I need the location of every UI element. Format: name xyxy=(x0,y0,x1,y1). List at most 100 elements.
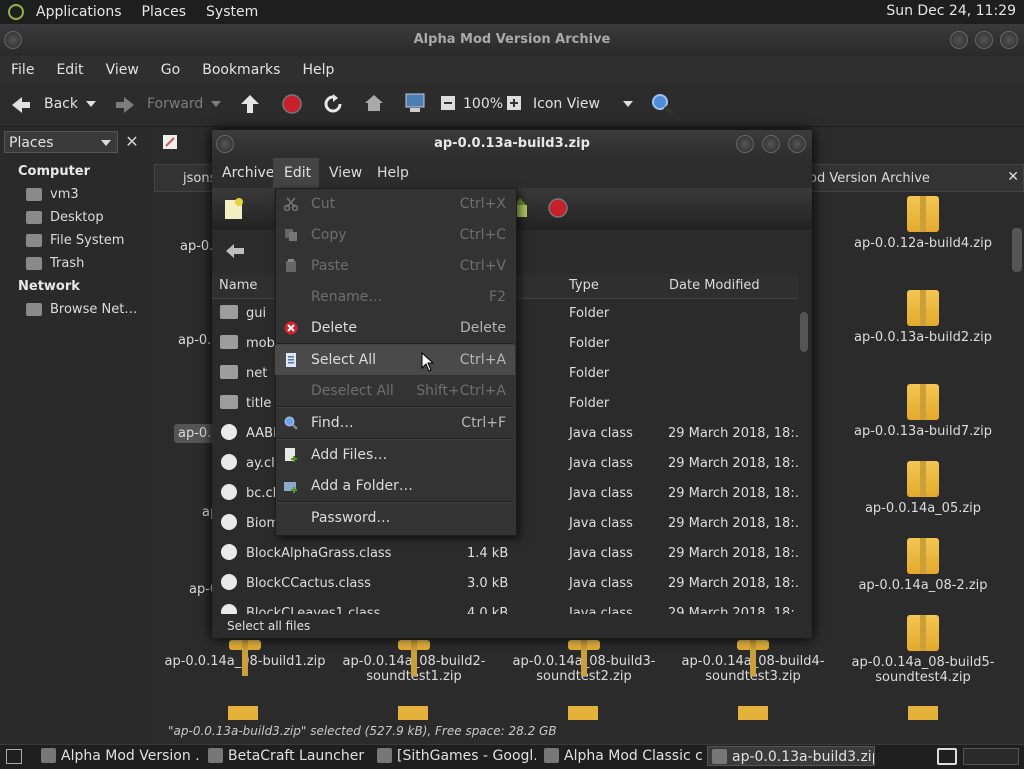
table-row[interactable]: BlockCCactus.class 3.0 kB Java class 29 Mar… xyxy=(212,568,808,598)
file-item[interactable]: ap-0.0.14a_05.zip xyxy=(838,461,1008,516)
stop-icon[interactable] xyxy=(548,198,568,218)
show-desktop-icon[interactable] xyxy=(6,749,22,764)
file-item-label[interactable]: ap-0. xyxy=(180,239,213,254)
forward-dropdown-icon[interactable] xyxy=(211,101,221,109)
menu-item-add-a-folder[interactable]: Add a Folder… xyxy=(275,471,515,501)
menu-edit-open[interactable]: Edit xyxy=(273,158,319,188)
zip-archive-icon[interactable] xyxy=(398,706,428,720)
close-icon[interactable] xyxy=(788,135,806,153)
table-row[interactable]: BlockCLeaves1.class 4.0 kB Java class 29 Ma… xyxy=(212,598,798,614)
maximize-icon[interactable] xyxy=(975,31,993,49)
column-date-modified[interactable]: Date Modified xyxy=(669,278,760,293)
taskbar-item[interactable]: BetaCraft Launcher … xyxy=(204,746,369,766)
sidebar-item-desktop[interactable]: Desktop xyxy=(26,210,104,225)
menu-view[interactable]: View xyxy=(329,165,362,181)
maximize-icon[interactable] xyxy=(762,135,780,153)
menu-item-password[interactable]: Password… xyxy=(275,503,515,533)
menu-item-paste[interactable]: Paste Ctrl+V xyxy=(275,251,515,281)
new-archive-icon[interactable] xyxy=(224,198,244,220)
menu-item-add-files[interactable]: Add Files… xyxy=(275,440,515,470)
forward-button[interactable]: Forward xyxy=(147,96,203,112)
file-item-label[interactable]: ap-0. xyxy=(178,333,211,348)
zip-archive-icon[interactable] xyxy=(908,706,938,720)
zip-archive-icon[interactable] xyxy=(568,706,598,720)
taskbar-item[interactable]: ap-0.0.13a-build3.zip xyxy=(707,746,875,766)
edit-location-icon[interactable] xyxy=(162,134,178,150)
menu-edit[interactable]: Edit xyxy=(45,62,94,78)
file-item[interactable]: ap-0.0.14a_08-build3-soundtest2.zip xyxy=(499,640,669,684)
menu-item-delete[interactable]: Delete Delete xyxy=(275,313,515,343)
back-arrow-icon[interactable] xyxy=(10,95,32,115)
view-mode-dropdown-icon[interactable] xyxy=(623,101,633,109)
panel-clock[interactable]: Sun Dec 24, 11:29 xyxy=(886,3,1016,19)
column-name[interactable]: Name xyxy=(219,278,257,293)
archive-scrollbar[interactable] xyxy=(798,298,810,610)
panel-menu-places[interactable]: Places xyxy=(132,4,197,20)
search-icon[interactable] xyxy=(651,93,675,117)
menu-item-select-all[interactable]: Select All Ctrl+A xyxy=(275,345,515,375)
taskbar-item[interactable]: Alpha Mod Version … xyxy=(37,746,201,766)
close-icon[interactable] xyxy=(1000,31,1018,49)
tab-close-icon[interactable]: ✕ xyxy=(1007,169,1019,185)
network-icon xyxy=(26,303,42,316)
menu-archive[interactable]: Archive xyxy=(222,165,274,181)
menu-item-rename[interactable]: Rename… F2 xyxy=(275,282,515,312)
selected-file-label[interactable]: ap-0. xyxy=(174,424,216,443)
minimize-icon[interactable] xyxy=(736,135,754,153)
sidebar-item-browse-network[interactable]: Browse Net… xyxy=(26,302,137,317)
column-type[interactable]: Type xyxy=(569,278,599,293)
sidebar-item-file-system[interactable]: File System xyxy=(26,233,124,248)
menu-item-copy[interactable]: Copy Ctrl+C xyxy=(275,220,515,250)
sidebar-item-trash[interactable]: Trash xyxy=(26,256,84,271)
file-item[interactable]: ap-0.0.14a_08-build1.zip xyxy=(160,640,330,676)
zip-archive-icon[interactable] xyxy=(228,706,258,720)
minimize-icon[interactable] xyxy=(950,31,968,49)
menu-file[interactable]: File xyxy=(0,62,45,78)
window-menu-icon[interactable] xyxy=(216,135,234,153)
back-dropdown-icon[interactable] xyxy=(86,101,96,109)
zoom-in-icon[interactable] xyxy=(507,96,521,110)
fileview-scrollbar[interactable] xyxy=(1012,228,1022,272)
stop-icon[interactable] xyxy=(282,94,302,114)
sidebar-item-vm3[interactable]: vm3 xyxy=(26,187,79,202)
file-item[interactable]: ap-0.0.12a-build4.zip xyxy=(838,196,1008,251)
zip-archive-icon[interactable] xyxy=(738,706,768,720)
taskbar-item[interactable]: [SithGames - Googl… xyxy=(373,746,536,766)
workspace-switcher[interactable] xyxy=(963,748,1019,765)
menu-item-find[interactable]: Find… Ctrl+F xyxy=(275,408,515,438)
tab-version-archive[interactable]: od Version Archive ✕ xyxy=(804,164,1024,192)
menu-item-deselect-all[interactable]: Deselect All Shift+Ctrl+A xyxy=(275,376,515,406)
file-item[interactable]: ap-0.0.14a_08-2.zip xyxy=(838,538,1008,593)
reload-icon[interactable] xyxy=(323,94,343,114)
scrollbar-thumb[interactable] xyxy=(800,312,808,352)
file-item[interactable]: ap-0.0.14a_08-build5-soundtest4.zip xyxy=(838,615,1008,685)
workspace-switcher-icon[interactable] xyxy=(937,748,957,765)
home-icon[interactable] xyxy=(364,94,384,112)
computer-icon[interactable] xyxy=(404,92,426,114)
menu-view[interactable]: View xyxy=(95,62,150,78)
window-menu-icon[interactable] xyxy=(4,31,22,49)
tab-jsons[interactable]: jsons xyxy=(154,164,216,192)
forward-arrow-icon[interactable] xyxy=(114,95,136,115)
menu-item-cut[interactable]: Cut Ctrl+X xyxy=(275,189,515,219)
gnome-logo-icon[interactable] xyxy=(8,4,24,20)
menu-bookmarks[interactable]: Bookmarks xyxy=(191,62,291,78)
file-item[interactable]: ap-0.0.13a-build7.zip xyxy=(838,384,1008,439)
menu-help[interactable]: Help xyxy=(291,62,345,78)
up-arrow-icon[interactable] xyxy=(240,93,260,115)
panel-menu-system[interactable]: System xyxy=(196,4,268,20)
table-row[interactable]: BlockAlphaGrass.class 1.4 kB Java class 29 … xyxy=(212,538,808,568)
sidebar-close-icon[interactable]: ✕ xyxy=(122,131,142,153)
back-button[interactable]: Back xyxy=(44,96,78,112)
panel-menu-applications[interactable]: Applications xyxy=(26,4,132,20)
file-item[interactable]: ap-0.0.13a-build2.zip xyxy=(838,290,1008,345)
menu-help[interactable]: Help xyxy=(377,165,409,181)
taskbar-item[interactable]: Alpha Mod Classic c… xyxy=(540,746,703,766)
places-selector[interactable]: Places xyxy=(4,131,118,153)
back-arrow-icon[interactable] xyxy=(224,242,246,260)
menu-go[interactable]: Go xyxy=(150,62,191,78)
file-item[interactable]: ap-0.0.14a_08-build4-soundtest3.zip xyxy=(668,640,838,684)
view-mode-select[interactable]: Icon View xyxy=(533,96,600,112)
zoom-out-icon[interactable] xyxy=(441,96,455,110)
file-item[interactable]: ap-0.0.14a_08-build2-soundtest1.zip xyxy=(329,640,499,684)
